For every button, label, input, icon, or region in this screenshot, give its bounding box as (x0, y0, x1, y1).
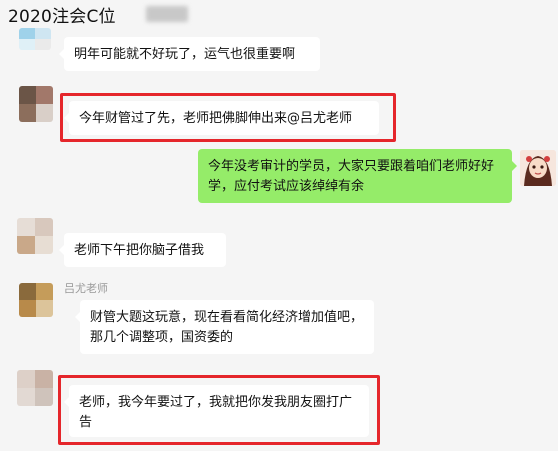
chat-title: 2020注会C位 (8, 7, 116, 27)
message-bubble[interactable]: 明年可能就不好玩了，运气也很重要啊 (59, 37, 320, 71)
avatar[interactable] (19, 86, 53, 122)
message-bubble[interactable]: 财管大题这玩意，现在看看简化经济增加值吧，那几个调整项，国资委的 (75, 300, 374, 354)
avatar[interactable] (19, 283, 53, 317)
avatar[interactable] (17, 218, 53, 254)
message-text: 老师下午把你脑子借我 (74, 243, 205, 258)
message-text: 今年没考审计的学员，大家只要跟着咱们老师好好学，应付考试应该绰绰有余 (208, 159, 495, 194)
highlight-box (60, 93, 396, 142)
message-bubble[interactable]: 老师下午把你脑子借我 (59, 233, 226, 267)
sender-name: 吕尤老师 (64, 282, 108, 295)
highlight-box (58, 375, 380, 445)
avatar[interactable] (17, 370, 53, 406)
message-text: 明年可能就不好玩了，运气也很重要啊 (74, 47, 296, 62)
avatar[interactable] (19, 28, 51, 50)
chat-title-bar: 2020注会C位 (0, 0, 558, 30)
title-redaction (146, 6, 188, 22)
message-bubble-outgoing[interactable]: 今年没考审计的学员，大家只要跟着咱们老师好好学，应付考试应该绰绰有余 (198, 149, 517, 203)
message-text: 财管大题这玩意，现在看看简化经济增加值吧，那几个调整项，国资委的 (90, 310, 364, 345)
anime-avatar-icon[interactable] (520, 150, 556, 186)
